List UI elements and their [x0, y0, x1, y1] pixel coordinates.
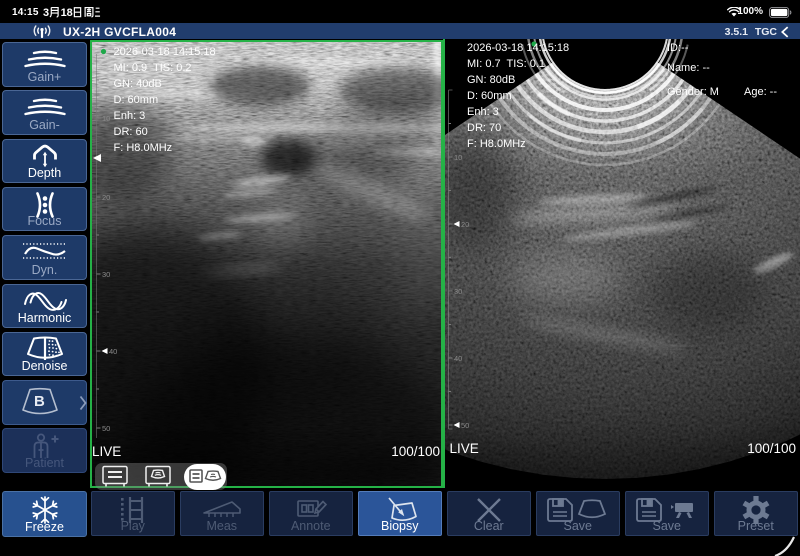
svg-text:30: 30: [102, 270, 110, 279]
svg-text:20: 20: [461, 220, 469, 229]
svg-text:40: 40: [454, 354, 462, 363]
svg-text:20: 20: [102, 193, 110, 202]
svg-text:50: 50: [102, 424, 110, 433]
svg-text:40: 40: [109, 347, 117, 356]
svg-text:3: 3: [43, 7, 49, 19]
svg-text:10: 10: [454, 153, 462, 162]
svg-text:30: 30: [454, 287, 462, 296]
svg-text:B: B: [34, 393, 45, 410]
svg-text:50: 50: [461, 421, 469, 430]
svg-text:10: 10: [102, 114, 110, 123]
svg-text:18: 18: [61, 7, 73, 19]
